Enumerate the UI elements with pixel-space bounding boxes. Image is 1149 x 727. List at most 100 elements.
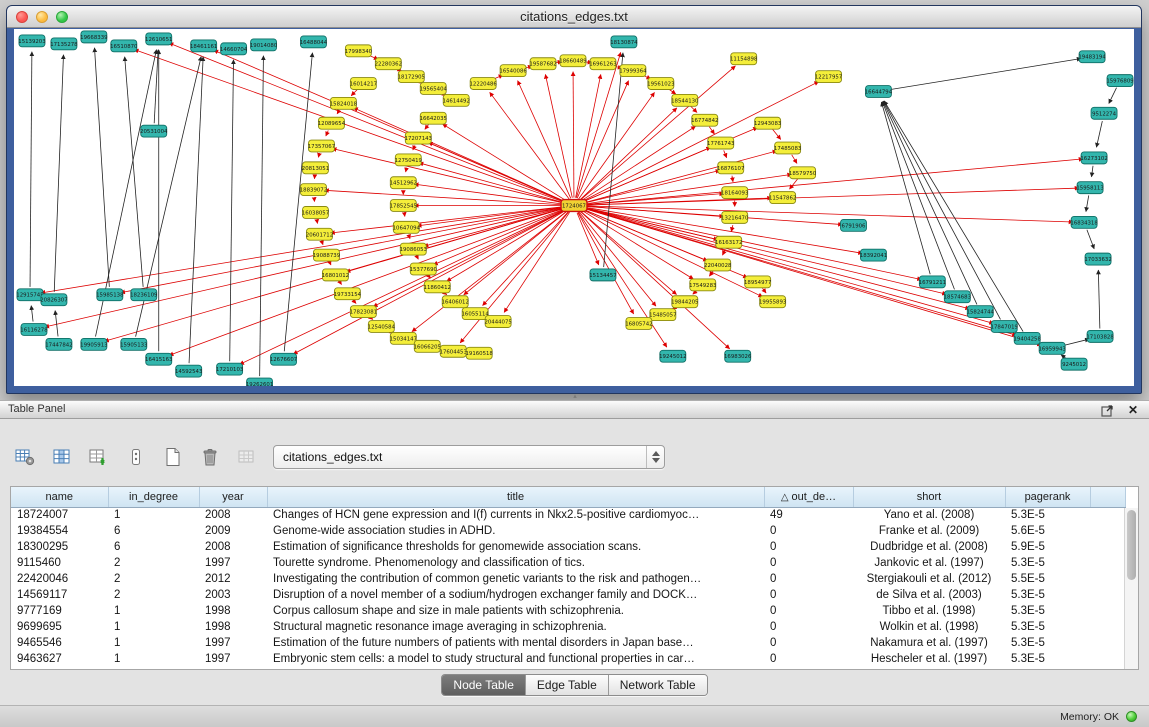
citation-edge-red[interactable] xyxy=(578,212,634,313)
network-node[interactable]: 17103828 xyxy=(1086,330,1114,342)
network-node[interactable]: 17135278 xyxy=(50,38,78,50)
network-node[interactable]: 19587682 xyxy=(529,58,556,70)
network-node[interactable]: 10647094 xyxy=(393,221,421,233)
citation-edge-red[interactable] xyxy=(322,242,323,245)
network-node[interactable]: 16644794 xyxy=(865,86,893,98)
network-node[interactable]: 18954977 xyxy=(744,276,771,288)
citation-edge-black[interactable] xyxy=(1092,166,1093,177)
network-node[interactable]: 17999364 xyxy=(619,65,647,77)
citation-edge-black[interactable] xyxy=(1096,121,1102,147)
network-node[interactable]: 14660704 xyxy=(220,43,248,55)
network-node[interactable]: 16791211 xyxy=(919,276,946,288)
network-node[interactable]: 19262601 xyxy=(246,378,273,386)
column-header-in-degree[interactable]: in_degree xyxy=(108,487,199,507)
citation-edge-red[interactable] xyxy=(351,89,358,96)
network-node[interactable]: 17357067 xyxy=(308,140,335,152)
network-node[interactable]: 11154898 xyxy=(730,53,758,65)
citation-edge-red[interactable] xyxy=(518,81,571,199)
network-node[interactable]: 19561023 xyxy=(647,78,674,90)
citation-edge-red[interactable] xyxy=(545,74,572,197)
network-node[interactable]: 12943083 xyxy=(754,117,781,129)
network-node[interactable]: 16876107 xyxy=(717,162,744,174)
network-node[interactable]: 16406012 xyxy=(442,296,469,308)
network-node[interactable]: 12540584 xyxy=(368,321,396,333)
citation-edge-red[interactable] xyxy=(582,208,970,309)
citation-edge-red[interactable] xyxy=(443,124,568,201)
citation-edge-black[interactable] xyxy=(54,55,63,292)
new-row-button[interactable] xyxy=(160,444,186,470)
network-node[interactable]: 15134457 xyxy=(589,269,616,281)
citation-edge-black[interactable] xyxy=(230,60,234,361)
citation-edge-black[interactable] xyxy=(886,59,1081,91)
network-node[interactable]: 22040028 xyxy=(704,259,732,271)
network-node[interactable]: 12610651 xyxy=(145,33,172,45)
network-node[interactable]: 14512962 xyxy=(390,177,417,189)
citation-edge-red[interactable] xyxy=(340,282,342,285)
citation-edge-red[interactable] xyxy=(580,108,677,200)
network-node[interactable]: 20444075 xyxy=(484,316,511,328)
network-node[interactable]: 18544130 xyxy=(671,94,699,106)
network-node[interactable]: 19245012 xyxy=(659,350,686,362)
network-node[interactable]: 18660489 xyxy=(559,55,587,67)
network-node[interactable]: 12217957 xyxy=(815,71,842,83)
network-node[interactable]: 16038057 xyxy=(302,207,329,219)
citation-edge-red[interactable] xyxy=(330,206,566,233)
citation-edge-black[interactable] xyxy=(1087,230,1094,249)
citation-edge-red[interactable] xyxy=(318,154,319,158)
network-node[interactable]: 20531004 xyxy=(140,125,168,137)
table-row[interactable]: 911546021997Tourette syndrome. Phenomeno… xyxy=(11,555,1125,571)
column-header-pagerank[interactable]: pagerank xyxy=(1005,487,1090,507)
delete-button[interactable] xyxy=(197,444,223,470)
network-node[interactable]: 16983026 xyxy=(724,350,752,362)
citation-edge-black[interactable] xyxy=(260,56,264,376)
citation-edge-black[interactable] xyxy=(55,311,58,337)
citation-edge-red[interactable] xyxy=(724,150,727,157)
network-node[interactable]: 16774842 xyxy=(691,114,718,126)
network-node[interactable]: 16066205 xyxy=(414,340,441,352)
network-node[interactable]: 17761743 xyxy=(707,137,734,149)
network-node[interactable]: 18172905 xyxy=(398,71,425,83)
citation-edge-red[interactable] xyxy=(332,149,566,204)
network-node[interactable]: 15824018 xyxy=(330,97,358,109)
network-node[interactable]: 16014217 xyxy=(350,78,377,90)
network-node[interactable]: 17485083 xyxy=(774,142,801,154)
network-node[interactable]: 18839072 xyxy=(300,184,327,196)
citation-edge-red[interactable] xyxy=(425,125,429,130)
network-node[interactable]: 22280362 xyxy=(375,58,402,70)
network-node[interactable]: 16116278 xyxy=(20,324,48,336)
network-node[interactable]: 16415163 xyxy=(145,353,172,365)
network-node[interactable]: 17033632 xyxy=(1084,253,1111,265)
network-node[interactable]: 15958113 xyxy=(1076,182,1103,194)
citation-edge-red[interactable] xyxy=(317,220,318,223)
citation-edge-red[interactable] xyxy=(169,208,566,355)
citation-edge-black[interactable] xyxy=(1109,88,1117,104)
zoom-window-button[interactable] xyxy=(56,11,68,23)
network-node[interactable]: 17823081 xyxy=(350,306,377,318)
network-hub-node[interactable]: 1724067 xyxy=(561,200,587,212)
network-node[interactable]: 19733154 xyxy=(334,288,362,300)
network-node[interactable]: 15985138 xyxy=(96,289,124,301)
network-node[interactable]: 6791906 xyxy=(841,219,867,231)
rename-column-button-disabled[interactable] xyxy=(234,444,260,470)
table-row[interactable]: 977716911998Corpus callosum shape and si… xyxy=(11,603,1125,619)
network-node[interactable]: 14592543 xyxy=(175,365,202,377)
network-node[interactable]: 19905913 xyxy=(80,338,107,350)
citation-edge-red[interactable] xyxy=(762,288,766,293)
citation-edge-red[interactable] xyxy=(732,176,733,182)
network-node[interactable]: 16805742 xyxy=(625,318,652,330)
column-header-out-de-[interactable]: △out_de… xyxy=(764,487,853,507)
table-selector-combobox[interactable]: citations_edges.txt xyxy=(273,445,665,469)
network-node[interactable]: 17604453 xyxy=(440,345,467,357)
citation-edge-black[interactable] xyxy=(1098,270,1100,329)
network-node[interactable]: 13216470 xyxy=(721,211,749,223)
network-node[interactable]: 15485057 xyxy=(649,309,676,321)
table-row[interactable]: 1830029562008Estimation of significance … xyxy=(11,539,1125,555)
network-node[interactable]: 20826307 xyxy=(40,294,67,306)
table-row[interactable]: 1938455462009Genome-wide association stu… xyxy=(11,523,1125,539)
network-node[interactable]: 15139203 xyxy=(18,35,45,47)
citation-edge-red[interactable] xyxy=(573,72,574,198)
network-node[interactable]: 12089654 xyxy=(318,117,346,129)
network-node[interactable]: 17549283 xyxy=(689,279,716,291)
column-header-title[interactable]: title xyxy=(267,487,764,507)
network-node[interactable]: 16959943 xyxy=(1038,342,1065,354)
